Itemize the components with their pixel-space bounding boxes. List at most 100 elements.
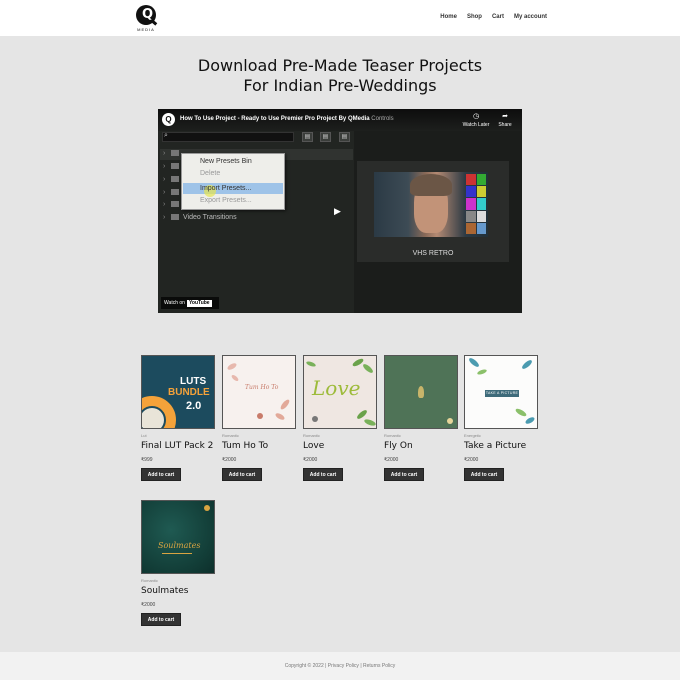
tree-row: › bbox=[163, 201, 183, 208]
tree-row: › bbox=[163, 176, 183, 183]
product-price: ₹999 bbox=[141, 457, 153, 463]
product-name[interactable]: Tum Ho To bbox=[222, 441, 268, 451]
product-name[interactable]: Final LUT Pack 2 bbox=[141, 441, 213, 451]
nav-cart[interactable]: Cart bbox=[492, 14, 504, 20]
product-image[interactable]: LUTS BUNDLE 2.0 bbox=[141, 355, 215, 429]
youtube-logo: YouTube bbox=[186, 300, 212, 307]
product-image[interactable]: Soulmates bbox=[141, 500, 215, 574]
folder-icon: ▤ bbox=[320, 132, 331, 142]
panel-search-field bbox=[162, 132, 294, 142]
watch-later-button[interactable]: ◷ Watch Later bbox=[462, 112, 490, 128]
search-icon: ⌕ bbox=[164, 132, 168, 139]
add-to-cart-button[interactable]: Add to cart bbox=[222, 468, 262, 481]
product-price: ₹2000 bbox=[141, 602, 156, 608]
feather-icon bbox=[418, 386, 424, 398]
product-price: ₹2000 bbox=[464, 457, 479, 463]
folder-icon bbox=[171, 189, 179, 196]
product-name[interactable]: Take a Picture bbox=[464, 441, 526, 451]
product-image[interactable]: TAKE A PICTURE bbox=[464, 355, 538, 429]
product-image[interactable]: Love bbox=[303, 355, 377, 429]
context-item-export-presets: Export Presets... bbox=[200, 197, 252, 204]
share-icon: ➦ bbox=[502, 113, 508, 120]
folder-icon bbox=[171, 163, 179, 170]
product-image[interactable]: Tum Ho To bbox=[222, 355, 296, 429]
tree-row: › bbox=[163, 163, 183, 170]
nav-home[interactable]: Home bbox=[440, 14, 457, 20]
clip-thumbnail bbox=[374, 172, 488, 237]
leaf-decoration bbox=[226, 361, 238, 372]
brand-mark-icon bbox=[204, 505, 210, 511]
nav-shop[interactable]: Shop bbox=[467, 14, 482, 20]
title-line-1: Download Pre-Made Teaser Projects bbox=[197, 56, 483, 75]
chevron-right-icon: › bbox=[163, 150, 166, 157]
clock-icon: ◷ bbox=[472, 113, 480, 120]
tree-row: › bbox=[163, 189, 183, 196]
qmedia-logo[interactable]: Q MEDIA bbox=[135, 5, 157, 33]
product-name[interactable]: Fly On bbox=[384, 441, 413, 451]
folder-icon bbox=[171, 176, 179, 183]
channel-avatar[interactable]: Q bbox=[162, 113, 175, 126]
tree-row: › bbox=[163, 150, 183, 157]
play-icon[interactable]: ▶ bbox=[334, 206, 344, 216]
context-item-new-presets-bin: New Presets Bin bbox=[200, 158, 252, 165]
leaf-decoration bbox=[524, 415, 536, 426]
leaf-decoration bbox=[363, 418, 376, 427]
brand-mark-icon bbox=[312, 416, 318, 422]
leaf-decoration bbox=[279, 398, 291, 411]
page-title: Download Pre-Made Teaser Projects For In… bbox=[0, 56, 680, 96]
product-category: Energetic bbox=[464, 433, 481, 438]
folder-icon bbox=[171, 201, 179, 208]
product-price: ₹2000 bbox=[303, 457, 318, 463]
main-nav: Home Shop Cart My account bbox=[440, 14, 547, 20]
leaf-decoration bbox=[514, 407, 528, 418]
title-line-2: For Indian Pre-Weddings bbox=[243, 76, 437, 95]
add-to-cart-button[interactable]: Add to cart bbox=[303, 468, 343, 481]
product-category: Romantic bbox=[384, 433, 401, 438]
product-category: Romantic bbox=[222, 433, 239, 438]
brand-mark-icon bbox=[447, 418, 453, 424]
hair-image bbox=[410, 174, 452, 196]
leaf-decoration bbox=[274, 411, 286, 422]
video-title[interactable]: How To Use Project - Ready to Use Premie… bbox=[180, 116, 394, 122]
leaf-decoration bbox=[230, 373, 240, 383]
product-name[interactable]: Soulmates bbox=[141, 586, 188, 596]
product-price: ₹2000 bbox=[222, 457, 237, 463]
chevron-right-icon: › bbox=[163, 163, 166, 170]
folder-icon: ▤ bbox=[302, 132, 313, 142]
product-image[interactable] bbox=[384, 355, 458, 429]
footer-copyright: Copyright © 2022 | Privacy Policy | Retu… bbox=[284, 663, 396, 669]
share-button[interactable]: ➦ Share bbox=[491, 112, 519, 128]
watch-on-youtube-button[interactable]: Watch on YouTube bbox=[161, 297, 219, 309]
leaf-decoration bbox=[361, 362, 375, 375]
tree-row-video-transitions: › Video Transitions bbox=[163, 214, 237, 221]
add-to-cart-button[interactable]: Add to cart bbox=[464, 468, 504, 481]
leaf-decoration bbox=[467, 356, 481, 369]
leaf-decoration bbox=[520, 358, 534, 371]
add-to-cart-button[interactable]: Add to cart bbox=[141, 468, 181, 481]
brand-mark-icon bbox=[257, 413, 263, 419]
folder-icon: ▤ bbox=[339, 132, 350, 142]
context-item-delete: Delete bbox=[200, 170, 221, 177]
divider-line bbox=[162, 553, 192, 554]
leaf-decoration bbox=[305, 360, 317, 368]
product-name[interactable]: Love bbox=[303, 441, 324, 451]
context-item-import-presets: Import Presets... bbox=[200, 185, 252, 192]
title-banner: TAKE A PICTURE bbox=[485, 390, 519, 397]
site-footer: Copyright © 2022 | Privacy Policy | Retu… bbox=[0, 652, 680, 680]
chevron-right-icon: › bbox=[163, 176, 166, 183]
product-price: ₹2000 bbox=[384, 457, 399, 463]
product-category: Romantic bbox=[303, 433, 320, 438]
add-to-cart-button[interactable]: Add to cart bbox=[384, 468, 424, 481]
product-category: Romantic bbox=[141, 578, 158, 583]
chevron-right-icon: › bbox=[163, 201, 166, 208]
logo-wordmark: MEDIA bbox=[137, 27, 155, 32]
nav-my-account[interactable]: My account bbox=[514, 14, 547, 20]
folder-icon bbox=[171, 214, 179, 221]
site-header: Q MEDIA Home Shop Cart My account bbox=[0, 0, 680, 36]
color-chart-image bbox=[466, 174, 486, 234]
product-category: Lut bbox=[141, 433, 147, 438]
ring-center bbox=[142, 408, 164, 428]
add-to-cart-button[interactable]: Add to cart bbox=[141, 613, 181, 626]
chevron-right-icon: › bbox=[163, 189, 166, 196]
logo-mark: Q bbox=[136, 5, 156, 25]
